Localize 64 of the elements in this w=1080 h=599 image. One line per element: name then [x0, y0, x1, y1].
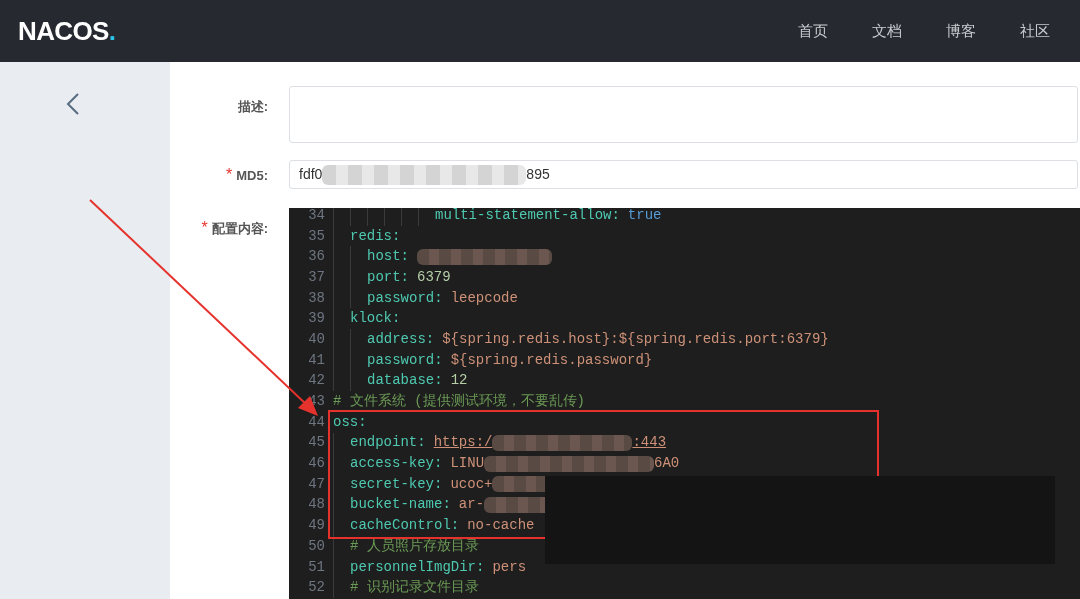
nav-link[interactable]: 博客 — [924, 19, 998, 43]
yaml-value: 12 — [450, 371, 468, 391]
yaml-key: host: — [367, 246, 409, 268]
yaml-key: database: — [367, 370, 443, 392]
yaml-key: oss: — [333, 411, 367, 433]
line-number: 52 — [307, 578, 326, 598]
required-mark: * — [201, 219, 208, 236]
line-number: 38 — [307, 288, 326, 308]
yaml-key: port: — [367, 266, 409, 288]
line-number: 39 — [307, 309, 326, 329]
line-number: 37 — [307, 267, 326, 287]
line-number: 45 — [307, 433, 326, 453]
yaml-value: 6A0 — [654, 454, 680, 474]
line-number: 48 — [307, 495, 326, 515]
url-link[interactable]: :443 — [632, 432, 667, 454]
yaml-value: no-cache — [467, 516, 535, 536]
line-number: 35 — [307, 226, 326, 246]
yaml-key: personnelImgDir: — [350, 556, 485, 578]
yaml-key: bucket-name: — [350, 494, 451, 516]
field-label: MD5: — [236, 167, 268, 183]
code-comment: # 识别记录文件目录 — [350, 578, 479, 598]
yaml-key: access-key: — [350, 453, 443, 475]
yaml-value: ${spring.redis.host}:${spring.redis.port:6379} — [442, 329, 829, 349]
code-comment: # 人员照片存放目录 — [350, 536, 479, 556]
required-mark: * — [226, 165, 233, 183]
code-comment: # 文件系统 (提供测试环境，不要乱传) — [333, 392, 585, 412]
yaml-value: ar- — [458, 495, 485, 515]
md5-value: 895 — [526, 165, 550, 184]
yaml-key: multi-statement-allow: — [435, 208, 620, 226]
nacos-logo[interactable]: NACOS. — [18, 18, 116, 44]
yaml-key: address: — [367, 328, 435, 350]
yaml-value: ${spring.redis.password} — [450, 350, 653, 370]
yaml-key: klock: — [350, 308, 401, 330]
nav-link[interactable]: 首页 — [776, 19, 850, 43]
yaml-key: endpoint: — [350, 432, 426, 454]
md5-value: fdf0 — [299, 165, 323, 184]
field-label: 描述: — [237, 99, 268, 114]
yaml-value: true — [627, 208, 662, 225]
yaml-key: secret-key: — [350, 473, 443, 495]
yaml-key: redis: — [350, 225, 401, 247]
line-number: 40 — [307, 329, 326, 349]
line-number: 46 — [307, 454, 326, 474]
line-number: 41 — [307, 350, 326, 370]
line-number: 51 — [307, 557, 326, 577]
line-number: 47 — [307, 474, 326, 494]
nav-link[interactable]: 社区 — [998, 19, 1072, 43]
line-number: 36 — [307, 247, 326, 267]
yaml-value: pers — [492, 557, 527, 577]
yaml-key: cacheControl: — [350, 515, 460, 537]
yaml-key: password: — [367, 287, 443, 309]
line-number: 49 — [307, 516, 326, 536]
line-number: 50 — [307, 536, 326, 556]
yaml-key: password: — [367, 349, 443, 371]
yaml-value: 6379 — [417, 267, 451, 287]
md5-field[interactable]: fdf0 895 — [289, 160, 1078, 189]
yaml-value: ucoc+ — [450, 474, 493, 494]
yaml-value: LINU — [450, 454, 485, 474]
nav-link[interactable]: 文档 — [850, 19, 924, 43]
line-number: 42 — [307, 371, 326, 391]
yaml-value: leepcode — [450, 288, 518, 308]
field-label: 配置内容: — [211, 221, 268, 236]
line-number: 44 — [307, 412, 326, 432]
line-number: 34 — [307, 208, 326, 225]
url-link[interactable]: https:/ — [433, 432, 493, 454]
